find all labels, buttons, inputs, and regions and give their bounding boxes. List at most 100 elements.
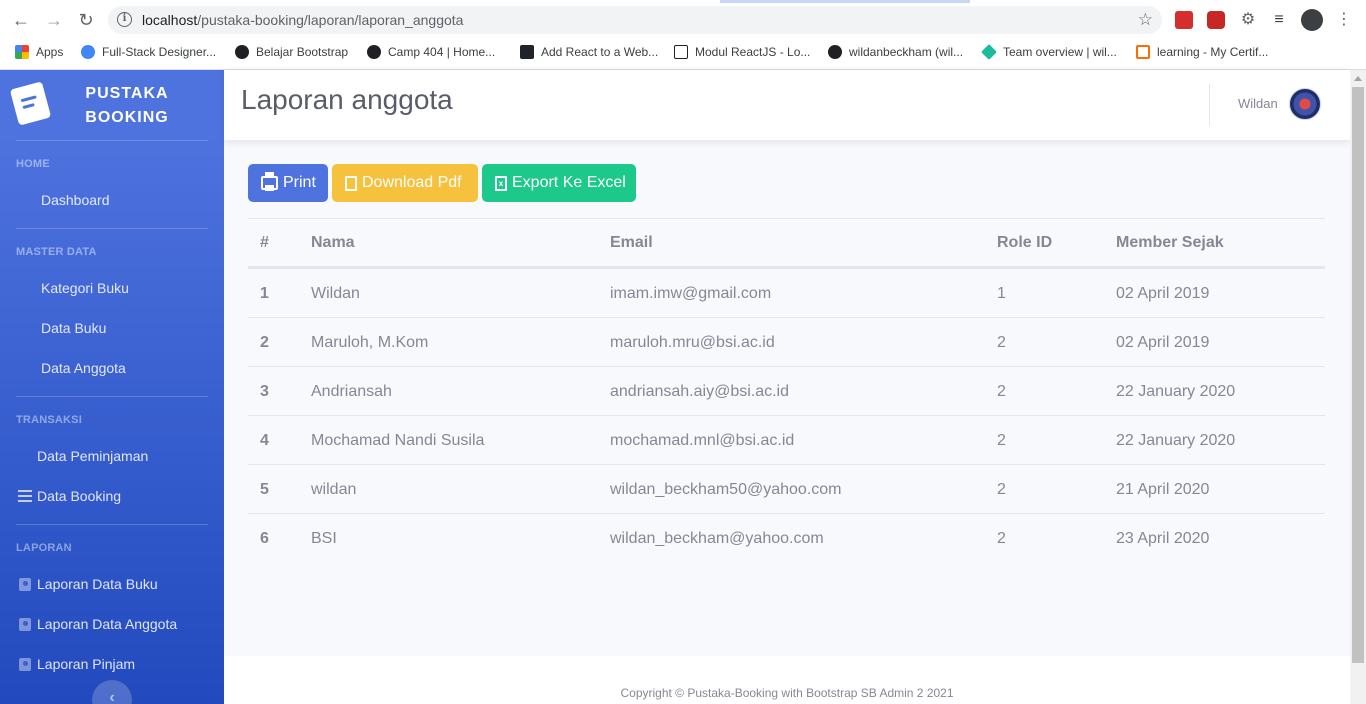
- sidebar-heading-transaksi: TRANSAKSI: [16, 414, 82, 426]
- excel-file-icon: x: [495, 175, 507, 191]
- printer-icon: [261, 172, 278, 191]
- cell-number: 4: [260, 432, 269, 449]
- cell-member-sejak: 23 April 2020: [1116, 530, 1210, 547]
- user-avatar[interactable]: [1289, 88, 1321, 120]
- cell-email: wildan_beckham@yahoo.com: [610, 530, 824, 547]
- cell-nama: Wildan: [311, 285, 360, 302]
- topbar: Laporan anggota Wildan: [224, 70, 1350, 140]
- media-queue-icon[interactable]: ≡: [1270, 11, 1288, 29]
- puzzle-extensions-icon[interactable]: ⚙: [1239, 11, 1257, 29]
- table-row: 4 Mochamad Nandi Susila mochamad.mnl@bsi…: [248, 415, 1325, 464]
- sidebar-brand[interactable]: PUSTAKA BOOKING: [0, 70, 224, 140]
- header-nama: Nama: [311, 234, 355, 251]
- sidebar-item-dashboard[interactable]: Dashboard: [0, 188, 224, 212]
- footer: Copyright © Pustaka-Booking with Bootstr…: [224, 656, 1350, 704]
- acrobat-extension-icon[interactable]: [1175, 11, 1193, 29]
- browser-toolbar: ← → ↻ i localhost/pustaka-booking/lapora…: [0, 3, 1366, 37]
- bookmark-bootstrap[interactable]: Belajar Bootstrap: [235, 42, 348, 62]
- bookmark-label: learning - My Certif...: [1157, 45, 1269, 59]
- table-row: 3 Andriansah andriansah.aiy@bsi.ac.id 2 …: [248, 366, 1325, 415]
- site-info-icon[interactable]: i: [117, 12, 132, 27]
- sidebar-item-kategori-buku[interactable]: Kategori Buku: [0, 276, 224, 300]
- sidebar-item-data-buku[interactable]: Data Buku: [0, 316, 224, 340]
- forward-arrow-icon[interactable]: →: [41, 7, 67, 33]
- cell-role-id: 2: [997, 334, 1006, 351]
- cell-role-id: 2: [997, 530, 1006, 547]
- bookmark-team-overview[interactable]: Team overview | wil...: [981, 42, 1117, 62]
- cell-member-sejak: 21 April 2020: [1116, 481, 1210, 498]
- bookmark-label: Add React to a Web...: [541, 45, 659, 59]
- page-scrollbar[interactable]: [1350, 70, 1366, 704]
- address-bar[interactable]: i localhost/pustaka-booking/laporan/lapo…: [108, 6, 1162, 34]
- header-number: #: [260, 234, 269, 251]
- kebab-menu-icon[interactable]: ⋮: [1336, 11, 1352, 29]
- sidebar-item-laporan-pinjam[interactable]: Laporan Pinjam: [0, 652, 224, 676]
- scroll-up-arrow-icon[interactable]: [1354, 76, 1362, 81]
- export-excel-button[interactable]: x Export Ke Excel: [482, 164, 636, 202]
- profile-avatar-icon[interactable]: [1301, 9, 1323, 31]
- table-row: 6 BSI wildan_beckham@yahoo.com 2 23 Apri…: [248, 513, 1325, 562]
- cell-member-sejak: 02 April 2019: [1116, 334, 1210, 351]
- header-email: Email: [610, 234, 653, 251]
- cell-email: imam.imw@gmail.com: [610, 285, 772, 302]
- bookmark-star-icon[interactable]: ☆: [1138, 10, 1153, 30]
- bookmark-camp404[interactable]: Camp 404 | Home...: [367, 42, 495, 62]
- cell-role-id: 2: [997, 481, 1006, 498]
- address-book-icon: [19, 617, 31, 631]
- header-role-id: Role ID: [997, 234, 1053, 251]
- cell-member-sejak: 02 April 2019: [1116, 285, 1210, 302]
- bookmark-fullstack[interactable]: Full-Stack Designer...: [81, 42, 216, 62]
- print-button[interactable]: Print: [248, 164, 328, 202]
- back-arrow-icon[interactable]: ←: [8, 7, 34, 33]
- table-row: 2 Maruloh, M.Kom maruloh.mru@bsi.ac.id 2…: [248, 317, 1325, 366]
- bookmark-label: Team overview | wil...: [1003, 45, 1117, 59]
- brand-line-2: BOOKING: [85, 109, 169, 126]
- user-name[interactable]: Wildan: [1238, 96, 1278, 111]
- sidebar-item-laporan-data-buku[interactable]: Laporan Data Buku: [0, 572, 224, 596]
- page-title: Laporan anggota: [241, 84, 453, 115]
- cell-nama: BSI: [311, 530, 337, 547]
- print-button-label: Print: [283, 174, 316, 191]
- sidebar-divider: [16, 140, 208, 141]
- pdf-file-icon: [345, 175, 357, 191]
- header-member-sejak: Member Sejak: [1116, 234, 1224, 251]
- bookmark-github[interactable]: wildanbeckham (wil...: [828, 42, 963, 62]
- cell-number: 3: [260, 383, 269, 400]
- sidebar-item-label: Laporan Data Buku: [37, 576, 158, 592]
- cell-member-sejak: 22 January 2020: [1116, 432, 1236, 449]
- sidebar-item-laporan-data-anggota[interactable]: Laporan Data Anggota: [0, 612, 224, 636]
- sidebar-item-data-booking[interactable]: Data Booking: [0, 484, 224, 508]
- sidebar-toggle-button[interactable]: ‹: [92, 680, 132, 704]
- cell-number: 1: [260, 285, 269, 302]
- download-pdf-button[interactable]: Download Pdf: [332, 164, 478, 202]
- media-extension-icon[interactable]: [1207, 11, 1225, 29]
- sidebar-item-label: Laporan Pinjam: [37, 656, 136, 672]
- cell-role-id: 2: [997, 383, 1006, 400]
- brand-line-1: PUSTAKA: [85, 85, 169, 102]
- sidebar-item-data-peminjaman[interactable]: Data Peminjaman: [0, 444, 224, 468]
- sidebar-item-data-anggota[interactable]: Data Anggota: [0, 356, 224, 380]
- bookmark-react[interactable]: Add React to a Web...: [520, 42, 658, 62]
- scrollbar-thumb[interactable]: [1352, 87, 1364, 663]
- bookmark-favicon-icon: [81, 45, 95, 59]
- cell-nama: Mochamad Nandi Susila: [311, 432, 485, 449]
- bookmark-modul-reactjs[interactable]: Modul ReactJS - Lo...: [674, 42, 810, 62]
- table-header-row: # Nama Email Role ID Member Sejak: [248, 218, 1325, 268]
- url-host: localhost: [142, 12, 198, 28]
- react-icon: [520, 45, 534, 59]
- cell-role-id: 2: [997, 432, 1006, 449]
- address-url[interactable]: localhost/pustaka-booking/laporan/lapora…: [142, 12, 463, 28]
- globe-icon: [235, 45, 249, 59]
- bookmark-apps[interactable]: Apps: [15, 42, 63, 62]
- browser-chrome: ← → ↻ i localhost/pustaka-booking/lapora…: [0, 0, 1366, 70]
- bookmark-learning[interactable]: learning - My Certif...: [1136, 42, 1268, 62]
- brand-title: PUSTAKA BOOKING: [62, 82, 192, 130]
- reload-icon[interactable]: ↻: [73, 7, 99, 33]
- cell-email: maruloh.mru@bsi.ac.id: [610, 334, 775, 351]
- cell-number: 5: [260, 481, 269, 498]
- sidebar-divider: [16, 228, 208, 229]
- topbar-divider: [1209, 84, 1210, 126]
- bookmark-label: Modul ReactJS - Lo...: [695, 45, 811, 59]
- sidebar: PUSTAKA BOOKING HOME Dashboard MASTER DA…: [0, 70, 224, 704]
- bookmarks-bar: Apps Full-Stack Designer... Belajar Boot…: [0, 38, 1366, 66]
